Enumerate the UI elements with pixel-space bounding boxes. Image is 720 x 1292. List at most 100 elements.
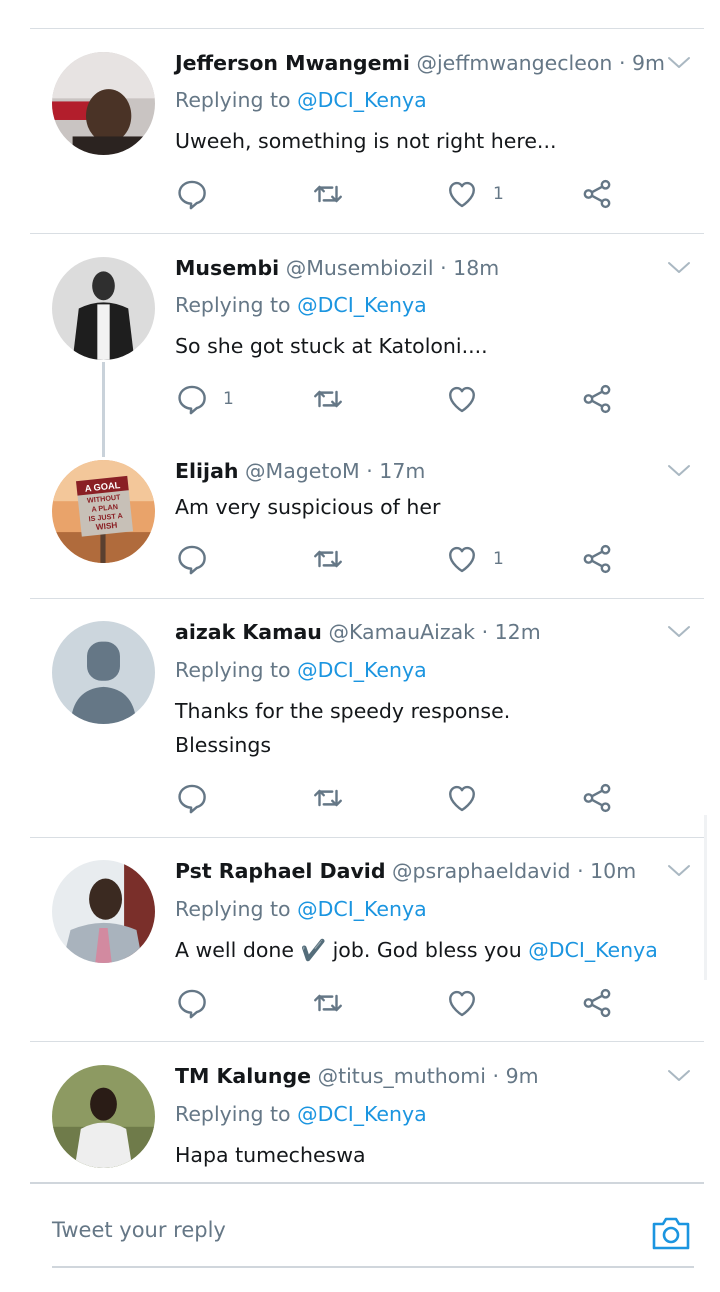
chevron-down-icon[interactable]	[666, 1068, 692, 1084]
heart-icon	[445, 542, 479, 576]
tweet-actions: 1	[175, 541, 625, 577]
avatar[interactable]	[52, 1065, 155, 1168]
avatar[interactable]: A GOAL WITHOUT A PLAN IS JUST A WISH	[52, 460, 155, 563]
reply-button[interactable]	[175, 176, 223, 212]
share-button[interactable]	[580, 985, 614, 1021]
user-handle[interactable]: @KamauAizak	[328, 620, 475, 644]
timestamp[interactable]: 12m	[495, 620, 541, 644]
tweet-header: Musembi @Musembiozil · 18m	[175, 255, 499, 281]
tweet-header: aizak Kamau @KamauAizak · 12m	[175, 619, 541, 645]
display-name[interactable]: Elijah	[175, 459, 239, 483]
mention-link[interactable]: @DCI_Kenya	[297, 88, 427, 112]
display-name[interactable]: aizak Kamau	[175, 620, 322, 644]
divider	[30, 1041, 704, 1042]
user-handle[interactable]: @MagetoM	[245, 459, 360, 483]
compose-divider	[30, 1182, 704, 1184]
avatar[interactable]	[52, 52, 155, 155]
tweet-text-line: Thanks for the speedy response.	[175, 699, 511, 723]
avatar[interactable]	[52, 860, 155, 963]
share-icon	[580, 781, 614, 815]
separator-dot: ·	[366, 459, 373, 483]
like-count: 1	[493, 549, 504, 569]
chevron-down-icon[interactable]	[666, 624, 692, 640]
mention-link[interactable]: @DCI_Kenya	[297, 658, 427, 682]
timestamp[interactable]: 9m	[506, 1064, 539, 1088]
separator-dot: ·	[577, 859, 584, 883]
tweet-header: Pst Raphael David @psraphaeldavid · 10m	[175, 858, 636, 884]
thread-line	[102, 362, 105, 457]
retweet-icon	[311, 986, 345, 1020]
like-button[interactable]: 1	[445, 176, 504, 212]
mention-link[interactable]: @DCI_Kenya	[297, 897, 427, 921]
user-handle[interactable]: @psraphaeldavid	[392, 859, 570, 883]
mention-link[interactable]: @DCI_Kenya	[528, 938, 658, 962]
reply-icon	[175, 177, 209, 211]
replying-label: Replying to	[175, 293, 291, 317]
display-name[interactable]: TM Kalunge	[175, 1064, 311, 1088]
reply-count: 1	[223, 389, 234, 409]
tweet-text: Thanks for the speedy response. Blessing…	[175, 694, 510, 762]
display-name[interactable]: Pst Raphael David	[175, 859, 386, 883]
like-button[interactable]	[445, 985, 493, 1021]
replying-label: Replying to	[175, 1102, 291, 1126]
chevron-down-icon[interactable]	[666, 55, 692, 71]
timestamp[interactable]: 17m	[379, 459, 425, 483]
tweet-actions	[175, 985, 625, 1021]
share-icon	[580, 542, 614, 576]
replying-to: Replying to @DCI_Kenya	[175, 87, 427, 113]
share-button[interactable]	[580, 381, 614, 417]
reply-button[interactable]	[175, 985, 223, 1021]
retweet-icon	[311, 177, 345, 211]
retweet-button[interactable]	[311, 381, 359, 417]
timestamp[interactable]: 18m	[453, 256, 499, 280]
chevron-down-icon[interactable]	[666, 863, 692, 879]
display-name[interactable]: Jefferson Mwangemi	[175, 51, 410, 75]
replying-to: Replying to @DCI_Kenya	[175, 896, 427, 922]
retweet-button[interactable]	[311, 780, 359, 816]
divider	[30, 837, 704, 838]
camera-icon[interactable]	[650, 1212, 692, 1252]
divider	[30, 598, 704, 599]
tweet-text: Am very suspicious of her	[175, 495, 441, 519]
scrollbar[interactable]	[704, 815, 707, 980]
user-handle[interactable]: @Musembiozil	[286, 256, 434, 280]
reply-button[interactable]	[175, 541, 223, 577]
user-handle[interactable]: @titus_muthomi	[318, 1064, 486, 1088]
like-button[interactable]	[445, 780, 493, 816]
tweet-header: TM Kalunge @titus_muthomi · 9m	[175, 1063, 539, 1089]
heart-icon	[445, 382, 479, 416]
user-handle[interactable]: @jeffmwangecleon	[416, 51, 612, 75]
reply-input[interactable]: Tweet your reply	[52, 1218, 226, 1242]
chevron-down-icon[interactable]	[666, 260, 692, 276]
reply-icon	[175, 781, 209, 815]
timestamp[interactable]: 9m	[632, 51, 665, 75]
mention-link[interactable]: @DCI_Kenya	[297, 1102, 427, 1126]
reply-button[interactable]: 1	[175, 381, 234, 417]
chevron-down-icon[interactable]	[666, 463, 692, 479]
heart-icon	[445, 781, 479, 815]
share-button[interactable]	[580, 176, 614, 212]
like-button[interactable]: 1	[445, 541, 504, 577]
retweet-button[interactable]	[311, 176, 359, 212]
divider	[30, 233, 704, 234]
compose-underline	[52, 1266, 694, 1268]
reply-icon	[175, 986, 209, 1020]
replying-label: Replying to	[175, 88, 291, 112]
retweet-icon	[311, 542, 345, 576]
avatar-default[interactable]	[52, 621, 155, 724]
mention-link[interactable]: @DCI_Kenya	[297, 293, 427, 317]
retweet-button[interactable]	[311, 541, 359, 577]
share-icon	[580, 177, 614, 211]
avatar[interactable]	[52, 257, 155, 360]
reply-button[interactable]	[175, 780, 223, 816]
replying-to: Replying to @DCI_Kenya	[175, 1101, 427, 1127]
like-button[interactable]	[445, 381, 493, 417]
separator-dot: ·	[440, 256, 447, 280]
share-button[interactable]	[580, 780, 614, 816]
display-name[interactable]: Musembi	[175, 256, 279, 280]
tweet-actions: 1	[175, 381, 625, 417]
share-button[interactable]	[580, 541, 614, 577]
retweet-button[interactable]	[311, 985, 359, 1021]
share-icon	[580, 986, 614, 1020]
timestamp[interactable]: 10m	[590, 859, 636, 883]
